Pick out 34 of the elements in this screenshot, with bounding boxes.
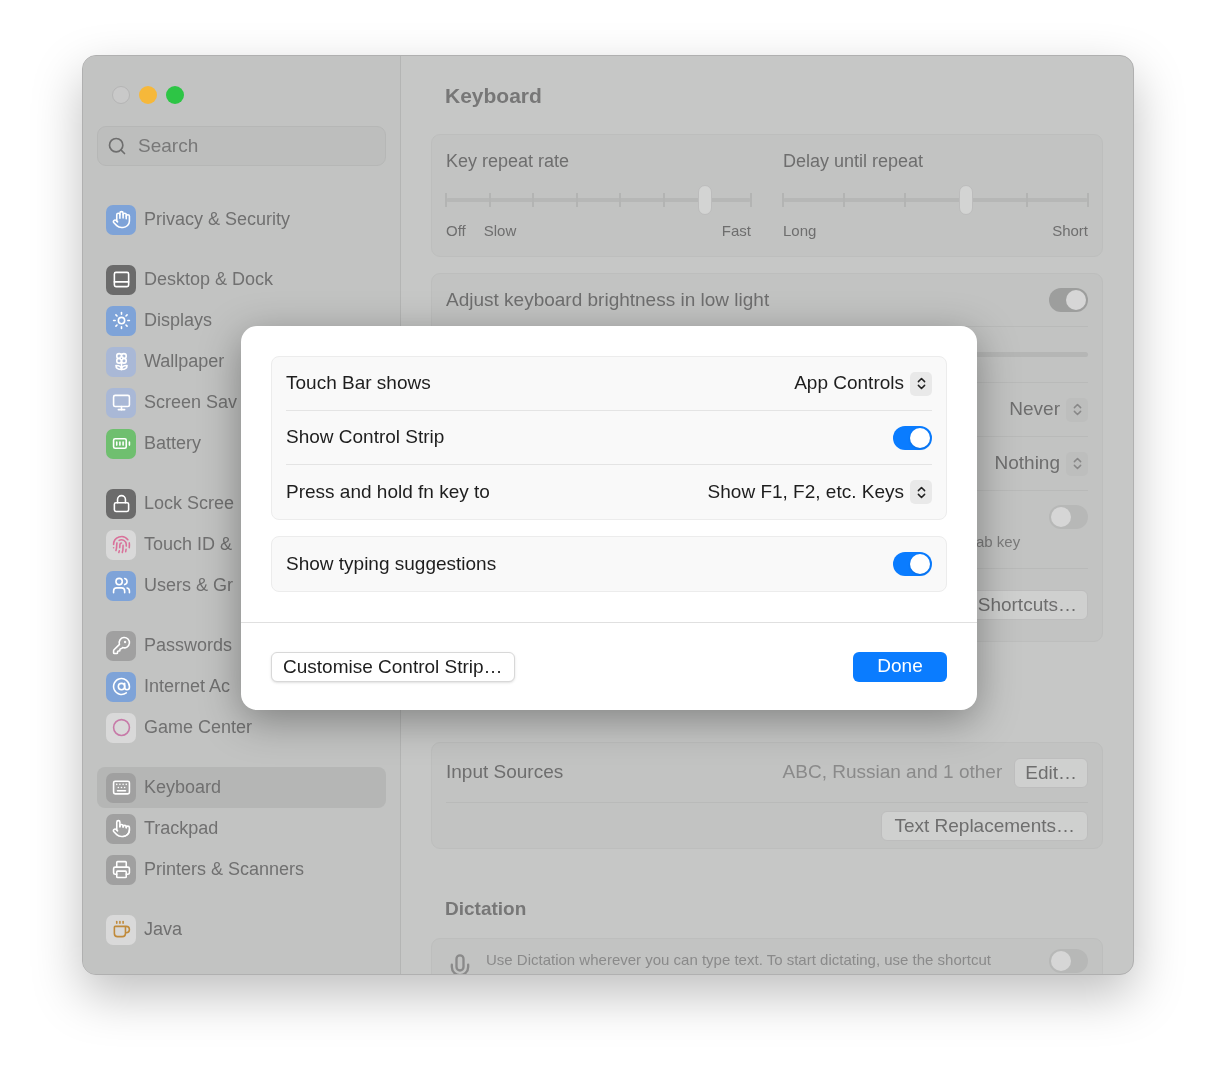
section-heading: Dictation [444, 897, 528, 921]
slider-label: Delay until repeat [783, 149, 925, 173]
setting-label: Input Sources [446, 760, 564, 785]
slider-mark-label: Long [783, 220, 817, 241]
sidebar-item-label: Trackpad [144, 817, 219, 840]
slider-label: Key repeat rate [446, 149, 571, 173]
sheet-row-label: Show typing suggestions [286, 551, 497, 576]
sheet-row-label: Touch Bar shows [286, 371, 431, 396]
sidebar-item-label: Keyboard [144, 776, 222, 799]
sidebar-item-label: Users & Gr [144, 574, 233, 597]
slider-mark-label: Off [446, 220, 466, 241]
slider-mark-label: Fast [721, 220, 751, 241]
sidebar-item-label: Passwords [144, 634, 233, 657]
sheet-row-label: Show Control Strip [286, 425, 445, 450]
sidebar-item-label: Internet Ac [144, 675, 231, 698]
slider-mark-label: Slow [483, 220, 517, 241]
sidebar-item-label: Desktop & Dock [144, 268, 274, 291]
dictation-description: Use Dictation wherever you can type text. To start dictating, use the shortcut [486, 949, 991, 970]
sidebar-item-label: Displays [144, 309, 213, 332]
sidebar-item-label: Screen Sav [144, 391, 238, 414]
sidebar-item-label: Game Center [144, 716, 253, 739]
sidebar-item-label: Privacy & Security [144, 208, 291, 231]
sidebar-item-label: Wallpaper [144, 350, 225, 373]
sheet-row-label: Press and hold fn key to [286, 479, 490, 504]
sidebar-item-label: Battery [144, 432, 202, 455]
sidebar-item-label: Lock Scree [144, 492, 235, 515]
sidebar-item-label: Touch ID & [144, 533, 233, 556]
sidebar-item-label: Java [144, 918, 183, 941]
setting-note: ab key [976, 532, 1021, 552]
window-title: Keyboard [444, 83, 543, 109]
sidebar-item-label: Printers & Scanners [144, 858, 305, 881]
setting-label: Adjust keyboard brightness in low light [446, 287, 770, 312]
setting-value: ABC, Russian and 1 other [782, 760, 1003, 785]
slider-mark-label: Short [1052, 220, 1088, 241]
